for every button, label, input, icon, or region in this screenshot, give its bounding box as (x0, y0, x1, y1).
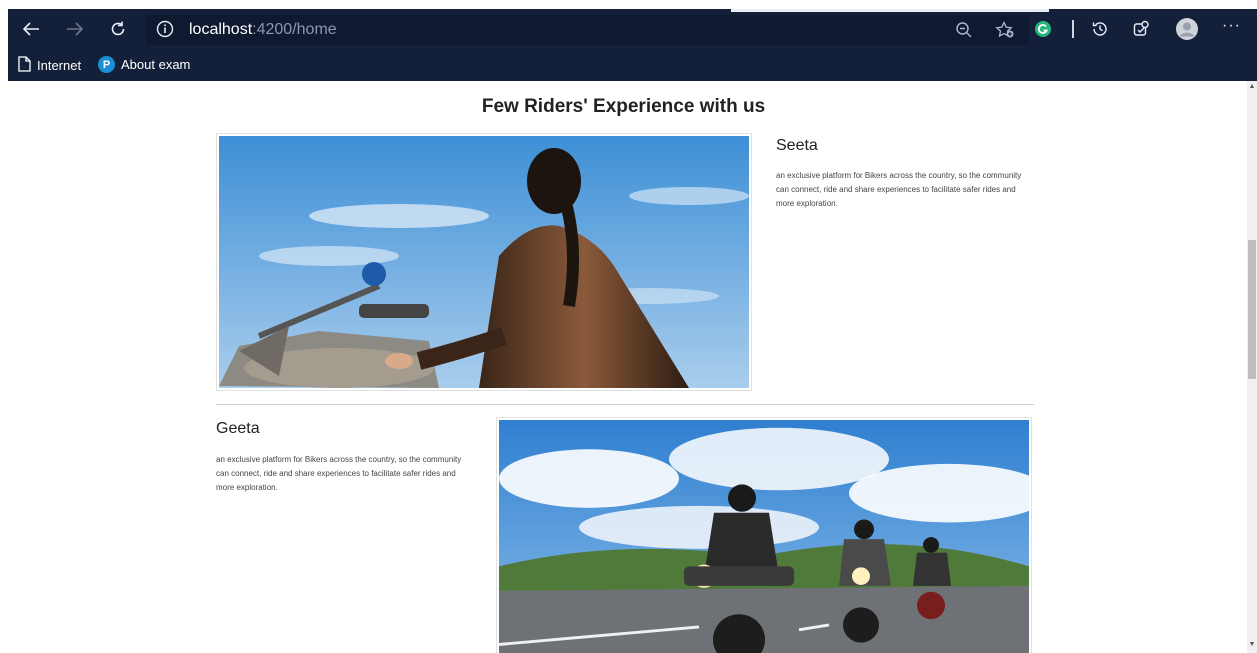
rider-photo-image (499, 420, 1029, 653)
favorites-add-icon[interactable] (995, 20, 1015, 44)
rider-description-seeta: an exclusive platform for Bikers across … (776, 171, 1022, 208)
browser-toolbar: localhost:4200/home ··· Internet P About… (8, 9, 1257, 81)
page-content: Few Riders' Experience with us Seeta an … (8, 81, 1247, 653)
url-text[interactable]: localhost:4200/home (189, 21, 337, 39)
scroll-down-arrow-icon[interactable]: ▼ (1247, 641, 1257, 651)
bookmark-about-exam[interactable]: P About exam (98, 56, 190, 73)
rider-description-geeta: an exclusive platform for Bikers across … (216, 455, 462, 492)
section-divider (216, 404, 1034, 405)
toolbar-separator (1072, 20, 1074, 38)
rider-name-seeta: Seeta (776, 137, 818, 154)
favorites-bar: Internet P About exam (8, 49, 1257, 81)
address-bar[interactable]: localhost:4200/home (146, 15, 1029, 45)
vertical-scrollbar[interactable]: ▲ ▼ (1247, 81, 1257, 653)
grammarly-icon[interactable] (1033, 19, 1053, 39)
rider-photo-seeta (216, 133, 752, 391)
profile-avatar-icon[interactable] (1175, 17, 1199, 41)
address-row: localhost:4200/home ··· (8, 9, 1257, 49)
settings-more-icon[interactable]: ··· (1222, 17, 1241, 35)
browser-window: localhost:4200/home ··· Internet P About… (8, 9, 1257, 653)
bookmark-label: About exam (121, 57, 191, 72)
rider-photo-geeta (496, 417, 1032, 653)
back-icon[interactable] (20, 18, 42, 40)
page-heading: Few Riders' Experience with us (481, 96, 766, 117)
page-icon (18, 56, 31, 75)
rider-name-geeta: Geeta (216, 420, 260, 437)
scrollbar-thumb[interactable] (1248, 240, 1256, 379)
url-path: :4200/home (252, 21, 337, 38)
forward-icon[interactable] (64, 18, 86, 40)
history-icon[interactable] (1090, 19, 1110, 39)
extensions-icon[interactable] (1131, 19, 1151, 39)
bookmark-label: Internet (37, 58, 82, 73)
pearson-logo-icon: P (98, 56, 115, 73)
scroll-up-arrow-icon[interactable]: ▲ (1247, 83, 1257, 93)
zoom-out-icon[interactable] (955, 21, 973, 44)
refresh-icon[interactable] (107, 18, 129, 40)
rider-photo-image (219, 136, 749, 388)
bookmark-internet[interactable]: Internet (18, 56, 81, 75)
url-host: localhost (189, 21, 253, 38)
site-info-icon[interactable] (156, 20, 174, 43)
